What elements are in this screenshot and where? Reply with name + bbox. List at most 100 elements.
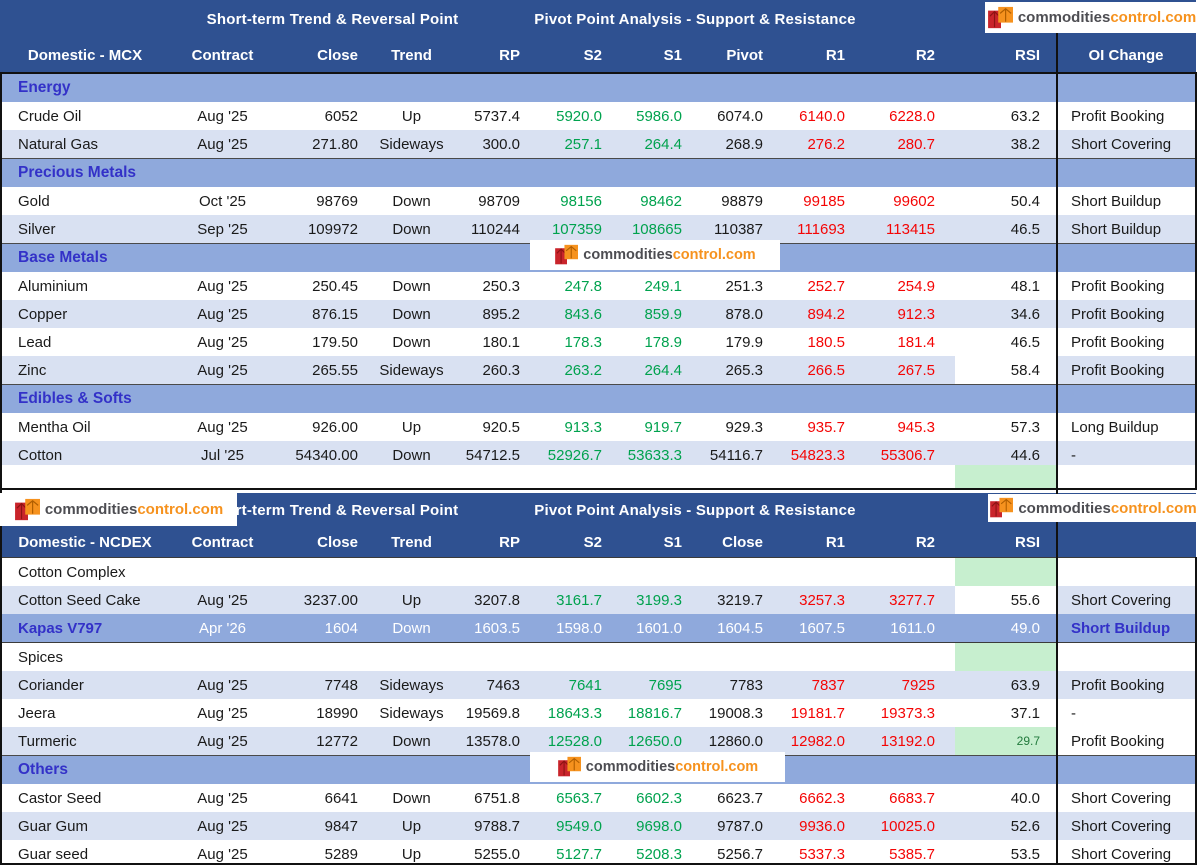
cell-oi: Short Buildup	[1057, 614, 1195, 642]
cell-rsi: 63.2	[955, 102, 1057, 130]
commodity-name: Natural Gas	[0, 130, 170, 158]
section-label: Energy	[0, 74, 955, 102]
cell-pivot: 929.3	[692, 413, 773, 441]
cell-r1: 935.7	[773, 413, 855, 441]
mcx-table: Short-term Trend & Reversal Point Pivot P…	[0, 0, 1196, 469]
cell-oi-change: Short Buildup	[1057, 187, 1195, 215]
column-header-domestic-mcx: Domestic - MCX	[27, 47, 143, 64]
cell-rsi: 58.4	[955, 356, 1057, 384]
cell-close: 250.45	[275, 272, 368, 300]
cell-rp: 6751.8	[455, 784, 530, 812]
table-row-turmeric: Turmeric Aug '25 12772 Down 13578.0 12528.0 12…	[0, 727, 1196, 755]
section-rsi-cell	[955, 643, 1057, 671]
column-header-oi-change: OI Change	[1088, 47, 1164, 64]
table-row-castor-seed: Castor Seed Aug '25 6641 Down 6751.8 6563.7 66…	[0, 784, 1196, 812]
cell-close: 12860.0	[692, 727, 773, 755]
commodity-name: Silver	[0, 215, 170, 243]
cell-close: 7748	[275, 671, 368, 699]
cell-r1: 99185	[773, 187, 855, 215]
cell-pivot: 251.3	[692, 272, 773, 300]
commoditiescontrol-logo: commoditiescontrol.com	[988, 494, 1198, 522]
section-row-energy: Energy	[0, 73, 1196, 102]
cell-close: 19008.3	[692, 699, 773, 727]
cell-close: 876.15	[275, 300, 368, 328]
cell-trend: Down	[368, 215, 455, 243]
cell-s2: 9549.0	[530, 812, 612, 840]
cell-close: 6623.7	[692, 784, 773, 812]
cell-trend: Down	[368, 272, 455, 300]
column-header-trend: Trend	[391, 47, 432, 64]
cell-contract: Aug '25	[170, 812, 275, 840]
cell-s1: 12650.0	[612, 727, 692, 755]
commoditiescontrol-logo: commoditiescontrol.com	[530, 240, 780, 270]
table-row-crude-oil: Crude Oil Aug '25 6052 Up 5737.4 5920.0 5986.0…	[0, 102, 1196, 130]
cell-pivot: 878.0	[692, 300, 773, 328]
cell-contract: Aug '25	[170, 272, 275, 300]
cell-r2: 13192.0	[855, 727, 955, 755]
table-row-lead: Lead Aug '25 179.50 Down 180.1 178.3 178.9 179.…	[0, 328, 1196, 356]
cell-trend: Up	[368, 413, 455, 441]
cell-rsi: 40.0	[955, 784, 1057, 812]
cell-rsi: 37.1	[955, 699, 1057, 727]
cell-s2: 247.8	[530, 272, 612, 300]
cell-rp: 1603.5	[455, 614, 530, 642]
cell-r2: 3277.7	[855, 586, 955, 614]
section-label: Others	[0, 756, 955, 784]
rsi-green-cell	[955, 465, 1057, 489]
logo-mark-icon	[557, 756, 581, 777]
section-oi-cell	[1057, 244, 1195, 272]
section-label: Precious Metals	[0, 159, 955, 187]
cell-s2: 3161.7	[530, 586, 612, 614]
cell-s1: 7695	[612, 671, 692, 699]
cell-oi: Short Covering	[1057, 812, 1195, 840]
cell-oi-change: Short Covering	[1057, 130, 1195, 158]
column-header-rp: RP	[499, 534, 520, 551]
cell-r2: 945.3	[855, 413, 955, 441]
cell-trend: Down	[368, 328, 455, 356]
cell-contract: Aug '25	[170, 356, 275, 384]
commodity-name: Jeera	[0, 699, 170, 727]
cell-oi: Short Covering	[1057, 784, 1195, 812]
cell-oi-change: Profit Booking	[1057, 272, 1195, 300]
column-header-r2: R2	[915, 534, 935, 551]
section-row-precious-metals: Precious Metals	[0, 158, 1196, 187]
spacer-cell	[0, 465, 955, 489]
cell-s1: 264.4	[612, 130, 692, 158]
table-row-gold: Gold Oct '25 98769 Down 98709 98156 98462 98879…	[0, 187, 1196, 215]
cell-r2: 7925	[855, 671, 955, 699]
section-oi-cell	[1057, 385, 1195, 413]
cell-oi-change: Short Buildup	[1057, 215, 1195, 243]
cell-oi-change: Profit Booking	[1057, 328, 1195, 356]
column-header-close: Close	[317, 47, 358, 64]
cell-s2: 6563.7	[530, 784, 612, 812]
table-row-aluminium: Aluminium Aug '25 250.45 Down 250.3 247.8 249.…	[0, 272, 1196, 300]
commodity-name: Aluminium	[0, 272, 170, 300]
cell-contract: Aug '25	[170, 727, 275, 755]
cell-rp: 180.1	[455, 328, 530, 356]
logo-mark-icon	[990, 497, 1014, 518]
section-row-spices: Spices	[0, 642, 1196, 671]
table-right-border	[1195, 72, 1197, 488]
cell-r1: 19181.7	[773, 699, 855, 727]
cell-contract: Oct '25	[170, 187, 275, 215]
cell-close: 6641	[275, 784, 368, 812]
commodity-name: Castor Seed	[0, 784, 170, 812]
commoditiescontrol-logo: commoditiescontrol.com	[985, 2, 1198, 33]
cell-close: 3219.7	[692, 586, 773, 614]
cell-trend: Sideways	[368, 356, 455, 384]
section-rsi-cell	[955, 558, 1057, 586]
cell-r2: 19373.3	[855, 699, 955, 727]
table-right-border	[1195, 557, 1197, 865]
cell-oi-change: Profit Booking	[1057, 102, 1195, 130]
commodity-name: Mentha Oil	[0, 413, 170, 441]
column-header-pivot: Pivot	[726, 47, 763, 64]
commodity-name: Crude Oil	[0, 102, 170, 130]
cell-s1: 3199.3	[612, 586, 692, 614]
cell-s1: 178.9	[612, 328, 692, 356]
table-row-coriander: Coriander Aug '25 7748 Sideways 7463 7641 7695…	[0, 671, 1196, 699]
cell-close: 6052	[275, 102, 368, 130]
section-oi-cell	[1057, 643, 1195, 671]
rsi-oi-divider	[1056, 33, 1058, 865]
cell-rsi: 52.6	[955, 812, 1057, 840]
cell-pivot: 110387	[692, 215, 773, 243]
